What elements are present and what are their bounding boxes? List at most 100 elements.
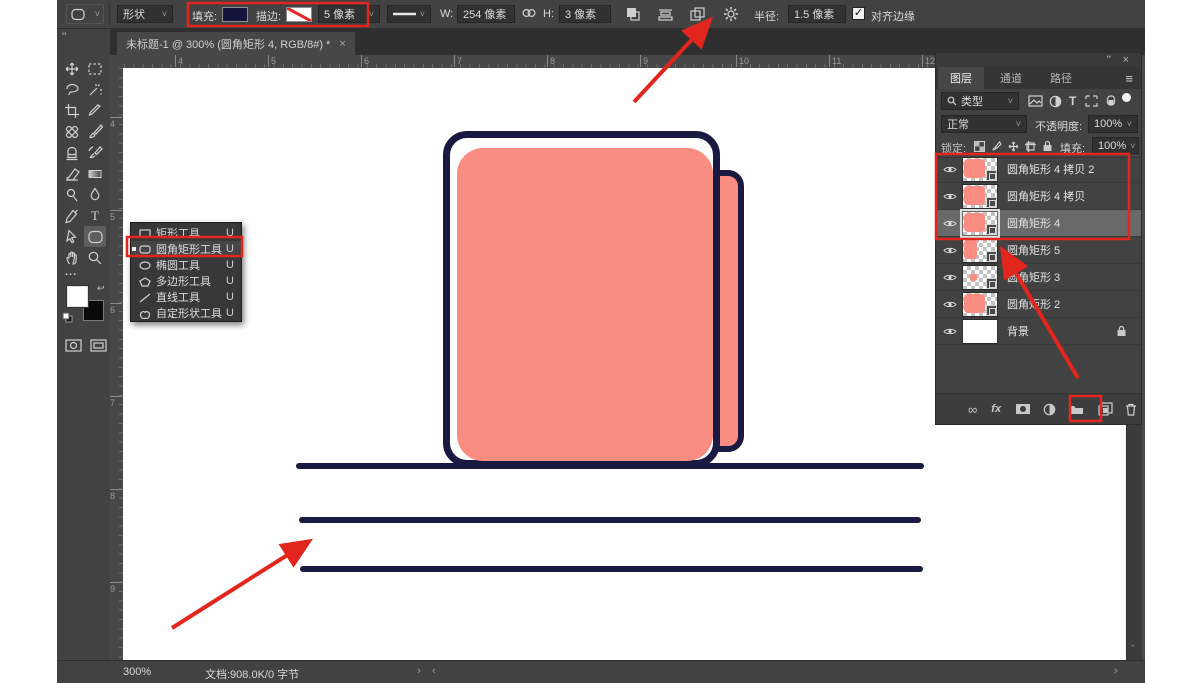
visibility-eye-icon[interactable]: [943, 273, 957, 282]
link-dimensions-icon[interactable]: [521, 7, 537, 19]
fill-color-swatch[interactable]: [222, 7, 248, 22]
clone-stamp-tool[interactable]: [61, 142, 83, 163]
status-scroll-right-chevron[interactable]: ›: [1114, 665, 1118, 677]
hand-tool[interactable]: [61, 247, 83, 268]
height-field[interactable]: 3 像素: [559, 5, 611, 23]
smart-object-filter-icon[interactable]: [1104, 95, 1116, 107]
status-chevron-left[interactable]: ‹: [432, 665, 436, 677]
move-tool[interactable]: [61, 58, 83, 79]
foreground-color-swatch[interactable]: [67, 286, 88, 307]
history-brush-tool[interactable]: [84, 142, 106, 163]
quick-mask-icon[interactable]: [65, 339, 82, 352]
menu-item-rectangle-tool[interactable]: 矩形工具 U: [131, 225, 241, 241]
status-chevron-right[interactable]: ›: [417, 665, 421, 677]
tab-paths[interactable]: 路径: [1038, 67, 1084, 89]
layer-name[interactable]: 圆角矩形 5: [1007, 242, 1060, 258]
lasso-tool[interactable]: [61, 79, 83, 100]
filter-kind-dropdown[interactable]: 类型 ˅: [941, 92, 1019, 110]
layer-name[interactable]: 圆角矩形 4 拷贝 2: [1007, 161, 1094, 177]
layer-row[interactable]: 圆角矩形 3: [936, 264, 1141, 291]
layer-row-background[interactable]: 背景: [936, 318, 1141, 345]
image-filter-icon[interactable]: [1028, 95, 1043, 107]
toolbar-more-dots[interactable]: ...: [65, 266, 77, 278]
type-tool[interactable]: T: [84, 205, 106, 226]
opacity-dropdown[interactable]: 100% ˅: [1088, 115, 1138, 133]
layer-row[interactable]: 圆角矩形 4 拷贝: [936, 183, 1141, 210]
document-tab[interactable]: 未标题-1 @ 300% (圆角矩形 4, RGB/8#) * ×: [117, 32, 355, 55]
fx-icon[interactable]: fx: [991, 403, 1001, 415]
brush-tool[interactable]: [84, 121, 106, 142]
visibility-eye-icon[interactable]: [943, 192, 957, 201]
layer-name[interactable]: 背景: [1007, 323, 1029, 339]
visibility-eye-icon[interactable]: [943, 300, 957, 309]
lock-paint-icon[interactable]: [991, 141, 1002, 152]
marquee-tool[interactable]: [84, 58, 106, 79]
screen-mode-icon[interactable]: [90, 339, 107, 352]
layer-row[interactable]: 圆角矩形 2: [936, 291, 1141, 318]
mini-default-swatches-icon[interactable]: [62, 312, 73, 323]
stroke-width-dropdown[interactable]: 5 像素 ˅: [318, 5, 380, 23]
align-edges-checkbox[interactable]: ✓: [852, 7, 865, 20]
layer-name[interactable]: 圆角矩形 4: [1007, 215, 1060, 231]
layer-thumbnail[interactable]: [963, 158, 997, 181]
crop-tool[interactable]: [61, 100, 83, 121]
layer-name[interactable]: 圆角矩形 3: [1007, 269, 1060, 285]
gradient-tool[interactable]: [84, 163, 106, 184]
visibility-eye-icon[interactable]: [943, 219, 957, 228]
layer-thumbnail[interactable]: [963, 266, 997, 289]
lock-all-icon[interactable]: [1042, 140, 1053, 152]
healing-brush-tool[interactable]: [61, 121, 83, 142]
dodge-tool[interactable]: [61, 184, 83, 205]
fill-dropdown[interactable]: 100% ˅: [1092, 137, 1139, 154]
layer-row[interactable]: 圆角矩形 5: [936, 237, 1141, 264]
lock-artboard-icon[interactable]: [1025, 141, 1036, 152]
close-icon[interactable]: ×: [339, 38, 345, 50]
visibility-eye-icon[interactable]: [943, 327, 957, 336]
layer-name[interactable]: 圆角矩形 4 拷贝: [1007, 188, 1085, 204]
menu-item-custom-shape-tool[interactable]: 自定形状工具 U: [131, 305, 241, 321]
reset-colors-icon[interactable]: ↩: [97, 283, 105, 294]
eraser-tool[interactable]: [61, 163, 83, 184]
menu-item-line-tool[interactable]: 直线工具 U: [131, 289, 241, 305]
layer-thumbnail[interactable]: [963, 293, 997, 316]
toolbar-collapse-icon[interactable]: '': [62, 31, 66, 43]
visibility-eye-icon[interactable]: [943, 165, 957, 174]
layer-thumbnail[interactable]: [963, 185, 997, 208]
path-arrange-icon[interactable]: [689, 6, 706, 22]
menu-item-rounded-rectangle-tool[interactable]: 圆角矩形工具 U: [131, 241, 241, 257]
tab-channels[interactable]: 通道: [988, 67, 1034, 89]
gear-icon[interactable]: [723, 6, 739, 22]
layer-row[interactable]: 圆角矩形 4 拷贝 2: [936, 156, 1141, 183]
link-layers-icon[interactable]: ∞: [968, 402, 977, 417]
layer-thumbnail[interactable]: [963, 320, 997, 343]
adjustment-filter-icon[interactable]: [1049, 95, 1062, 108]
layer-thumbnail[interactable]: [963, 212, 997, 235]
tool-preset-button[interactable]: ˅: [66, 4, 104, 24]
shape-filter-icon[interactable]: [1085, 95, 1098, 107]
pen-tool[interactable]: [61, 205, 83, 226]
rounded-rectangle-tool[interactable]: [84, 226, 106, 247]
zoom-tool[interactable]: [84, 247, 106, 268]
filter-toggle-dot[interactable]: [1122, 93, 1131, 102]
width-field[interactable]: 254 像素: [457, 5, 515, 23]
blur-tool[interactable]: [84, 184, 106, 205]
path-align-icon[interactable]: [657, 6, 674, 22]
zoom-level-field[interactable]: 300%: [123, 666, 151, 678]
eyedropper-tool[interactable]: [84, 100, 106, 121]
layer-name[interactable]: 圆角矩形 2: [1007, 296, 1060, 312]
type-filter-icon[interactable]: T: [1069, 94, 1076, 108]
radius-field[interactable]: 1.5 像素: [788, 5, 846, 23]
visibility-eye-icon[interactable]: [943, 246, 957, 255]
tab-layers[interactable]: 图层: [938, 67, 984, 89]
stroke-color-swatch[interactable]: [286, 7, 312, 22]
lock-transparency-icon[interactable]: [974, 141, 985, 152]
blend-mode-dropdown[interactable]: 正常 ˅: [941, 115, 1027, 133]
menu-item-ellipse-tool[interactable]: 椭圆工具 U: [131, 257, 241, 273]
lock-move-icon[interactable]: [1008, 141, 1019, 152]
layer-mask-icon[interactable]: [1015, 403, 1031, 415]
adjustment-layer-icon[interactable]: [1043, 403, 1056, 416]
path-selection-tool[interactable]: [61, 226, 83, 247]
group-icon[interactable]: [1068, 403, 1084, 415]
magic-wand-tool[interactable]: [84, 79, 106, 100]
scroll-down-chevron[interactable]: ˇ: [1131, 644, 1135, 656]
